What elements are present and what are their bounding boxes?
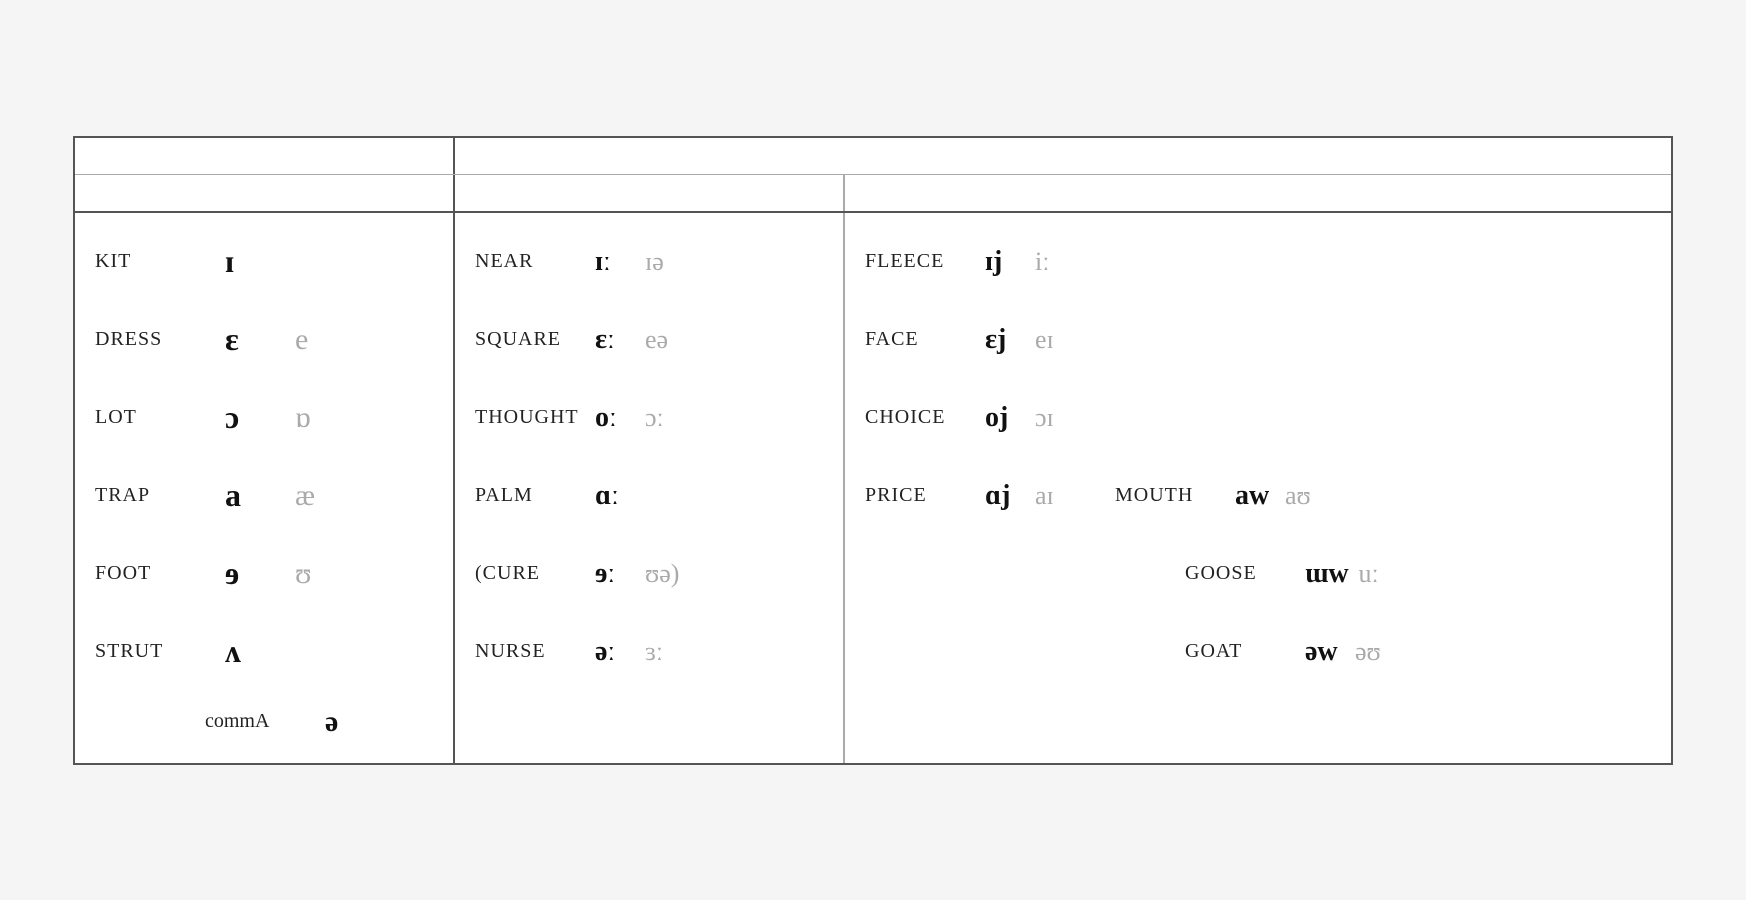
diphthong-row: GOAT əw əʊ [845,613,1671,691]
primary-symbol: ɛj [985,324,1025,356]
secondary-symbol: ɔɪ [1035,403,1075,433]
word-label: FOOT [95,562,205,585]
empty-header [75,175,455,211]
short-lax-row: DRESS ɛ e [75,301,453,379]
word-label: THOUGHT [475,406,585,429]
secondary-symbol: aɪ [1035,481,1075,511]
word-label: DRESS [95,328,205,351]
word-label: PRICE [865,484,975,507]
secondary-symbol: uː [1359,559,1399,589]
word-label: PALM [475,484,585,507]
linking-r-row: THOUGHT oː ɔː [455,379,843,457]
secondary-symbol: ʊ [295,557,345,591]
short-lax-row: LOT ɔ ɒ [75,379,453,457]
word-label: TRAP [95,484,205,507]
word-label: FLEECE [865,250,975,273]
primary-symbol: ɛ [225,321,275,358]
primary-symbol: ɯw [1305,558,1349,590]
comma-symbol: ə [325,705,338,739]
diphthong-row: PRICE ɑj aɪ MOUTH aw aʊ [845,457,1671,535]
comma-row: commA ə [75,691,453,753]
secondary-symbol: æ [295,479,345,513]
short-lax-column: KIT ɪ DRESS ɛ e LOT ɔ ɒ TRAP a æ FOOT ɘ … [75,213,455,763]
secondary-symbol: eɪ [1035,325,1075,355]
primary-symbol: ɛː [595,324,635,356]
short-lax-row: STRUT ʌ [75,613,453,691]
secondary-symbol: əʊ [1355,637,1395,667]
secondary-symbol: ʊə) [645,559,685,589]
linking-r-row: PALM ɑː [455,457,843,535]
body-section: KIT ɪ DRESS ɛ e LOT ɔ ɒ TRAP a æ FOOT ɘ … [75,213,1671,763]
short-lax-row: KIT ɪ [75,223,453,301]
linking-r-header [455,175,845,211]
secondary-symbol: eə [645,325,685,355]
comma-label: commA [205,710,305,733]
secondary-symbol: aʊ [1285,481,1325,511]
primary-symbol: ɪː [595,246,635,278]
linking-r-row: SQUARE ɛː eə [455,301,843,379]
primary-symbol: ɑː [595,480,635,512]
word-label: LOT [95,406,205,429]
long-tense-header [455,138,1671,174]
primary-symbol: əw [1305,636,1345,668]
primary-symbol: ɘ [225,555,275,592]
secondary-symbol: ɒ [295,401,345,435]
secondary-symbol: ɪə [645,247,685,277]
primary-symbol: a [225,477,275,514]
short-lax-row: FOOT ɘ ʊ [75,535,453,613]
header-row-2 [75,175,1671,213]
diphthong-row: CHOICE oj ɔɪ [845,379,1671,457]
word-label: NURSE [475,640,585,663]
primary-symbol: ɪ [225,243,275,280]
primary-symbol: oj [985,402,1025,434]
primary-symbol: ʌ [225,633,275,670]
linking-r-column: NEAR ɪː ɪə SQUARE ɛː eə THOUGHT oː ɔː PA… [455,213,845,763]
primary-symbol: ɪj [985,246,1025,278]
linking-r-row: NEAR ɪː ɪə [455,223,843,301]
secondary-symbol: ɜː [645,637,685,667]
word-label: (CURE [475,562,585,585]
linking-r-row: (CURE ɘː ʊə) [455,535,843,613]
diphthong-row: FLEECE ɪj iː [845,223,1671,301]
diphthong-row: FACE ɛj eɪ [845,301,1671,379]
diphthongs-column: FLEECE ɪj iː FACE ɛj eɪ CHOICE oj ɔɪ PRI… [845,213,1671,763]
header-row-1 [75,138,1671,175]
word-label: CHOICE [865,406,975,429]
word-label: SQUARE [475,328,585,351]
primary-symbol: ɔ [225,399,275,436]
word-label: FACE [865,328,975,351]
word-label: GOOSE [1185,562,1295,585]
secondary-symbol: iː [1035,247,1075,277]
word-label: MOUTH [1115,484,1225,507]
primary-symbol: oː [595,402,635,434]
primary-symbol: aw [1235,480,1275,512]
diphthongs-header [845,175,1671,211]
secondary-symbol: e [295,323,345,357]
word-label: STRUT [95,640,205,663]
linking-r-row: NURSE əː ɜː [455,613,843,691]
primary-symbol: ɑj [985,480,1025,512]
primary-symbol: əː [595,636,635,668]
primary-symbol: ɘː [595,558,635,590]
secondary-symbol: ɔː [645,403,685,433]
word-label: KIT [95,250,205,273]
word-label: GOAT [1185,640,1295,663]
diphthong-row: GOOSE ɯw uː [845,535,1671,613]
vowel-chart: KIT ɪ DRESS ɛ e LOT ɔ ɒ TRAP a æ FOOT ɘ … [73,136,1673,765]
word-label: NEAR [475,250,585,273]
short-lax-header [75,138,455,174]
short-lax-row: TRAP a æ [75,457,453,535]
